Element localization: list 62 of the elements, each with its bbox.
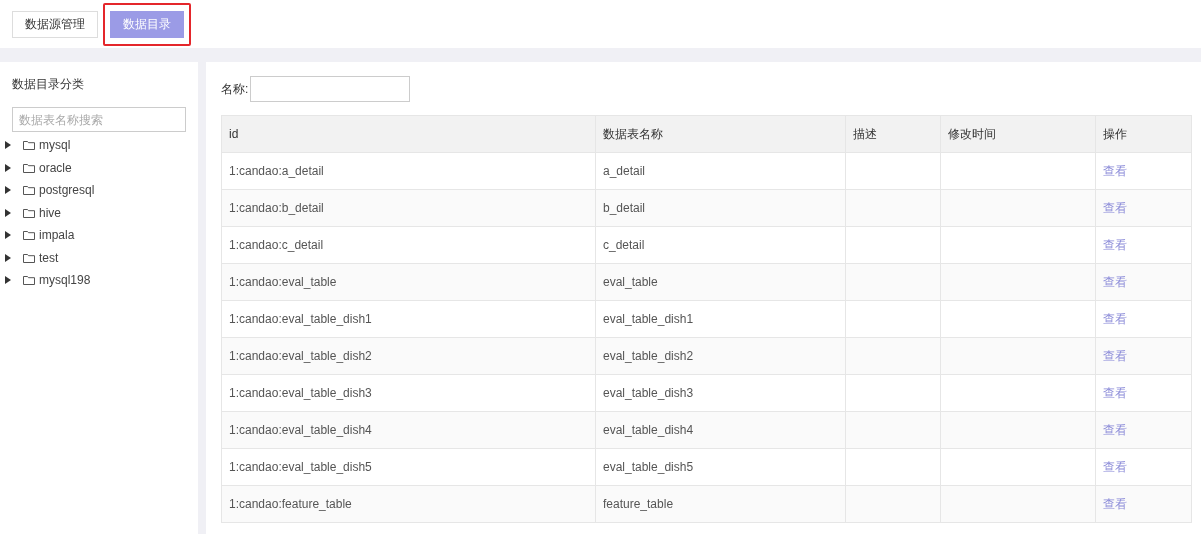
table-cell: c_detail — [603, 238, 645, 252]
folder-icon — [23, 252, 35, 263]
tab[interactable]: 数据目录 — [110, 10, 184, 38]
column-header: 操作 — [1095, 115, 1192, 153]
table-cell: a_detail — [603, 164, 646, 178]
table-cell: b_detail — [603, 201, 646, 215]
filter-label: 名称: — [221, 80, 249, 98]
table-cell: feature_table — [603, 497, 674, 511]
expand-arrow-icon[interactable] — [5, 231, 11, 240]
tree-item[interactable]: hive — [39, 205, 61, 220]
folder-icon — [23, 230, 35, 241]
expand-arrow-icon[interactable] — [5, 141, 11, 150]
expand-arrow-icon[interactable] — [5, 163, 11, 172]
table-cell: 1:candao:eval_table — [229, 275, 337, 289]
table-cell: 1:candao:feature_table — [229, 497, 352, 511]
search-field[interactable]: 数据表名称搜索 — [12, 107, 186, 132]
sidebar-title: 数据目录分类 — [12, 76, 84, 93]
view-link[interactable]: 查看 — [1103, 274, 1127, 289]
table-cell: eval_table_dish1 — [603, 312, 694, 326]
expand-arrow-icon[interactable] — [5, 276, 11, 285]
tree-item[interactable]: mysql — [39, 138, 71, 153]
expand-arrow-icon[interactable] — [5, 253, 11, 262]
view-link[interactable]: 查看 — [1103, 200, 1127, 215]
table-cell: 1:candao:c_detail — [229, 238, 324, 252]
table-cell: 1:candao:eval_table_dish2 — [229, 349, 372, 363]
tree-item[interactable]: test — [39, 250, 59, 265]
tree-item[interactable]: mysql198 — [39, 273, 91, 288]
table-cell: 1:candao:eval_table_dish1 — [229, 312, 372, 326]
table-cell: eval_table — [603, 275, 658, 289]
table-cell: eval_table_dish4 — [603, 423, 694, 437]
view-link[interactable]: 查看 — [1103, 163, 1127, 178]
column-header: 描述 — [845, 115, 941, 153]
tab[interactable]: 数据源管理 — [12, 10, 98, 38]
name-field[interactable] — [250, 76, 411, 102]
column-header: id — [221, 115, 596, 153]
expand-arrow-icon[interactable] — [5, 186, 11, 195]
tree-item[interactable]: impala — [39, 228, 75, 243]
table-cell: eval_table_dish2 — [603, 349, 694, 363]
table-cell: 1:candao:eval_table_dish5 — [229, 460, 372, 474]
table-cell: eval_table_dish3 — [603, 386, 694, 400]
tree-item[interactable]: postgresql — [39, 183, 95, 198]
table-cell: 1:candao:eval_table_dish3 — [229, 386, 372, 400]
table-cell: 1:candao:eval_table_dish4 — [229, 423, 372, 437]
column-header: 数据表名称 — [595, 115, 846, 153]
table-cell: eval_table_dish5 — [603, 460, 694, 474]
view-link[interactable]: 查看 — [1103, 348, 1127, 363]
expand-arrow-icon[interactable] — [5, 208, 11, 217]
column-header: 修改时间 — [940, 115, 1096, 153]
view-link[interactable]: 查看 — [1103, 385, 1127, 400]
tree-item[interactable]: oracle — [39, 160, 72, 175]
folder-icon — [23, 140, 35, 151]
folder-icon — [23, 275, 35, 286]
folder-icon — [23, 162, 35, 173]
table-cell: 1:candao:b_detail — [229, 201, 324, 215]
view-link[interactable]: 查看 — [1103, 237, 1127, 252]
view-link[interactable]: 查看 — [1103, 459, 1127, 474]
folder-icon — [23, 207, 35, 218]
view-link[interactable]: 查看 — [1103, 422, 1127, 437]
table-cell: 1:candao:a_detail — [229, 164, 324, 178]
folder-icon — [23, 185, 35, 196]
view-link[interactable]: 查看 — [1103, 311, 1127, 326]
view-link[interactable]: 查看 — [1103, 496, 1127, 511]
